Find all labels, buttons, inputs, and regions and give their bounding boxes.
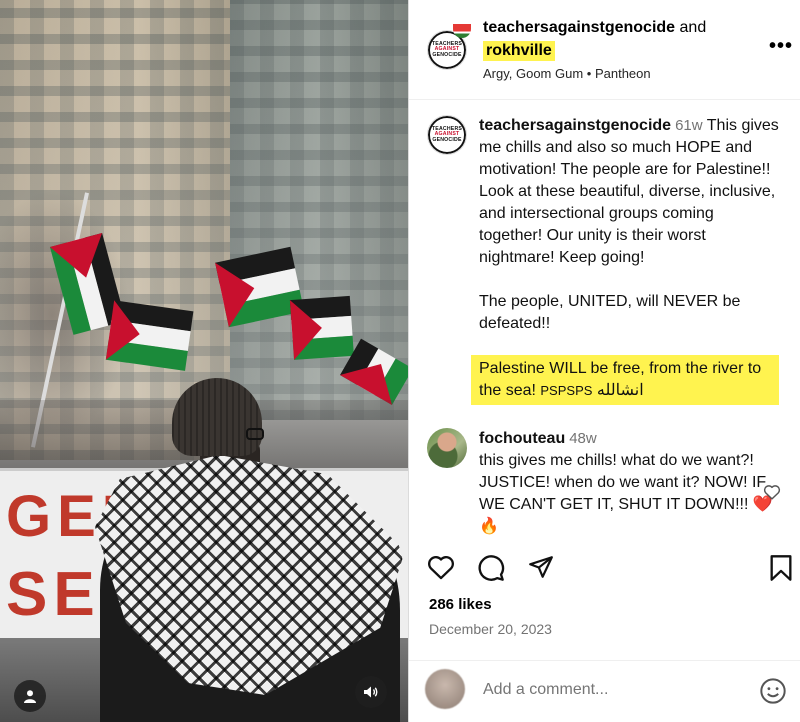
post-image[interactable]: GENO N G SE O bbox=[0, 0, 408, 722]
highlighted-comment-text: Palestine WILL be free, from the river t… bbox=[471, 355, 779, 405]
tagged-users-button[interactable] bbox=[14, 680, 46, 712]
speaker-icon bbox=[364, 686, 378, 698]
like-button[interactable] bbox=[427, 554, 455, 585]
audio-attribution-link[interactable]: Argy, Goom Gum • Pantheon bbox=[483, 66, 651, 81]
flag bbox=[289, 295, 354, 360]
save-button[interactable] bbox=[769, 554, 793, 587]
add-comment-bar bbox=[409, 660, 800, 722]
flag bbox=[105, 300, 194, 371]
comment-button[interactable] bbox=[477, 554, 505, 587]
heart-icon bbox=[428, 555, 454, 580]
author-username-link[interactable]: teachersagainstgenocide bbox=[483, 19, 675, 36]
commenter-avatar[interactable] bbox=[427, 428, 467, 468]
smiley-icon bbox=[760, 678, 786, 704]
watermelon-icon bbox=[453, 24, 471, 38]
audio-toggle-button[interactable] bbox=[355, 676, 387, 708]
share-button[interactable] bbox=[527, 554, 555, 585]
emoji-picker-button[interactable] bbox=[759, 677, 787, 710]
coauthor-username-link[interactable]: rokhville bbox=[483, 41, 555, 61]
comment-text: This gives me chills and also so much HO… bbox=[479, 117, 779, 266]
commenter-username-link[interactable]: fochouteau bbox=[479, 430, 565, 447]
commenter-avatar[interactable]: TEACHERS AGAINST GENOCIDE bbox=[427, 115, 467, 155]
comment-text: this gives me chills! what do we want?! … bbox=[479, 452, 773, 535]
comments-list[interactable]: TEACHERS AGAINST GENOCIDE teachersagains… bbox=[409, 101, 800, 541]
comment-timestamp[interactable]: 61w bbox=[675, 117, 703, 134]
bookmark-icon bbox=[770, 555, 792, 581]
comment-text: The people, UNITED, will NEVER be defeat… bbox=[479, 293, 741, 332]
comment-bubble-icon bbox=[478, 555, 505, 581]
current-user-avatar bbox=[425, 669, 465, 709]
post-actions bbox=[409, 548, 800, 588]
post-header: TEACHERS AGAINST GENOCIDE teachersagains… bbox=[409, 0, 800, 100]
authors-conjunction: and bbox=[679, 19, 707, 36]
more-options-button[interactable]: ••• bbox=[769, 36, 793, 56]
like-comment-button[interactable] bbox=[763, 484, 781, 506]
post-authors: teachersagainstgenocide and rokhville bbox=[483, 18, 706, 61]
commenter-username-link[interactable]: teachersagainstgenocide bbox=[479, 117, 671, 134]
user-icon bbox=[24, 690, 36, 703]
send-icon bbox=[529, 556, 553, 578]
post-date[interactable]: December 20, 2023 bbox=[429, 621, 552, 637]
comment-timestamp[interactable]: 48w bbox=[569, 430, 597, 447]
heart-icon bbox=[763, 485, 781, 500]
likes-count[interactable]: 286 likes bbox=[429, 596, 492, 613]
post-panel: TEACHERS AGAINST GENOCIDE teachersagains… bbox=[408, 0, 800, 722]
comment-input[interactable] bbox=[483, 681, 743, 699]
